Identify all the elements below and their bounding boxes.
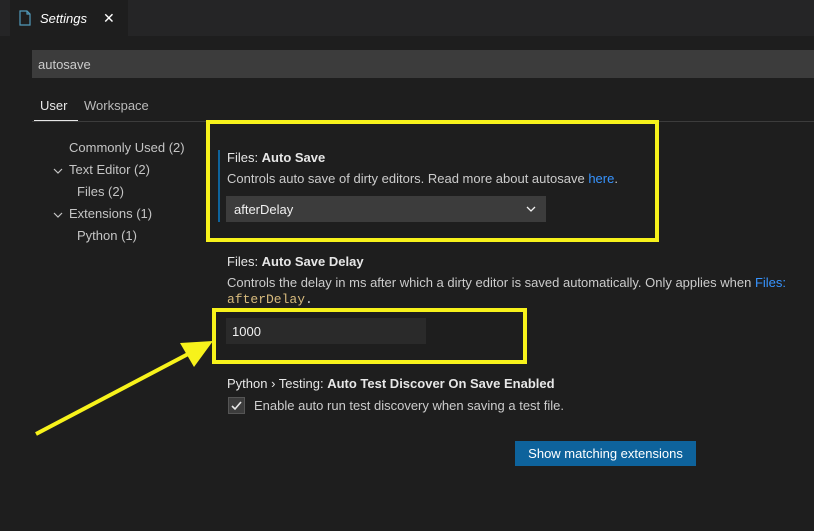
- toc-item-commonly-used[interactable]: Commonly Used (2): [69, 140, 185, 155]
- checkmark-icon: [231, 401, 242, 411]
- toc-item-files[interactable]: Files (2): [77, 184, 124, 199]
- show-matching-extensions-button[interactable]: Show matching extensions: [515, 441, 696, 466]
- setting-title-python-testing: Python › Testing: Auto Test Discover On …: [227, 376, 555, 391]
- arrow-icon: [35, 341, 213, 436]
- files-auto-save-link[interactable]: Files:: [755, 275, 786, 290]
- toc-item-extensions[interactable]: Extensions (1): [69, 206, 152, 221]
- setting-category: Files:: [227, 254, 262, 269]
- active-tab-indicator: [34, 120, 78, 121]
- setting-description-code: afterDelay.: [227, 292, 313, 307]
- tab-user[interactable]: User: [40, 98, 67, 113]
- setting-category: Python › Testing:: [227, 376, 328, 391]
- toc-item-text-editor[interactable]: Text Editor (2): [69, 162, 150, 177]
- code-value: afterDelay: [227, 292, 306, 307]
- tab-workspace[interactable]: Workspace: [84, 98, 149, 113]
- chevron-down-icon[interactable]: [53, 210, 63, 220]
- settings-search-input[interactable]: [32, 50, 814, 78]
- highlight-box-delay: [212, 308, 527, 364]
- auto-test-discover-checkbox[interactable]: [228, 397, 245, 414]
- toc-item-python[interactable]: Python (1): [77, 228, 137, 243]
- setting-name: Auto Test Discover On Save Enabled: [327, 376, 555, 391]
- checkbox-label: Enable auto run test discovery when savi…: [254, 398, 565, 413]
- file-icon: [19, 10, 31, 26]
- chevron-down-icon[interactable]: [53, 166, 63, 176]
- setting-name: Auto Save Delay: [261, 254, 364, 269]
- description-period: .: [305, 292, 313, 307]
- description-text: Controls the delay in ms after which a d…: [227, 275, 755, 290]
- setting-title-auto-save-delay: Files: Auto Save Delay: [227, 254, 364, 269]
- close-icon[interactable]: ✕: [103, 10, 115, 27]
- tab-title: Settings: [40, 10, 87, 26]
- highlight-box-auto-save: [206, 120, 659, 242]
- settings-scope-tabs: User Workspace: [32, 90, 814, 122]
- editor-tab-bar: Settings ✕: [0, 0, 814, 36]
- settings-tab[interactable]: Settings ✕: [10, 0, 128, 36]
- setting-description-auto-save-delay: Controls the delay in ms after which a d…: [227, 275, 786, 290]
